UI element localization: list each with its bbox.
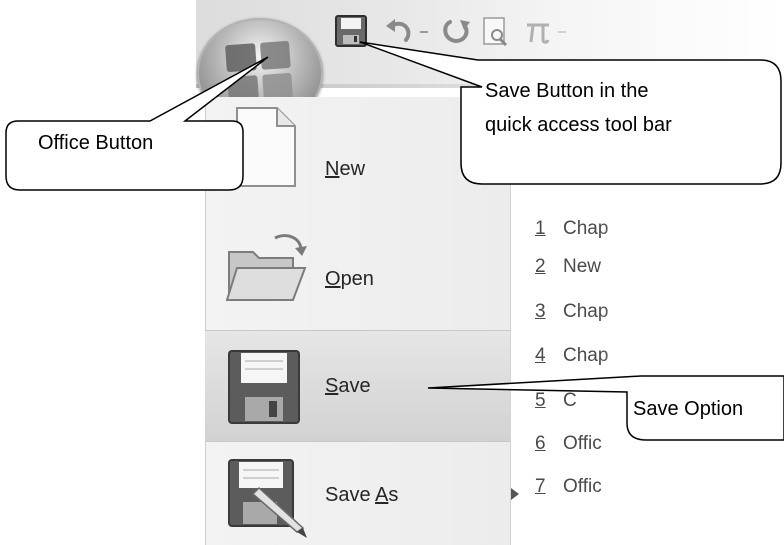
recent-document-item[interactable]: 2 New: [535, 256, 685, 296]
save-disk-icon: [228, 350, 300, 424]
redo-icon: [443, 20, 470, 44]
qat-equation-button[interactable]: [522, 14, 554, 50]
new-document-icon: [236, 107, 296, 187]
pi-icon: [527, 23, 550, 44]
menu-item-save-as[interactable]: Save As: [205, 442, 519, 545]
menu-item-label: New: [325, 158, 366, 180]
undo-icon: [386, 19, 411, 42]
save-as-icon: [228, 459, 307, 538]
save-option-callout-text: Save Option: [633, 398, 744, 420]
qat-print-preview-button[interactable]: [480, 14, 512, 50]
menu-item-open[interactable]: Open: [205, 218, 510, 330]
menu-item-label: Save: [325, 375, 371, 397]
qat-redo-button[interactable]: [440, 14, 472, 50]
recent-document-item[interactable]: 7 Offic: [535, 476, 685, 516]
recent-document-item[interactable]: 3 Chap: [535, 301, 685, 341]
callout-line: quick access tool bar: [485, 114, 672, 136]
menu-item-label: Open: [325, 268, 374, 290]
office-button-callout-text: Office Button: [38, 132, 154, 154]
recent-document-item[interactable]: 6 Offic: [535, 433, 685, 473]
office-logo-icon: [225, 40, 293, 104]
submenu-arrow-icon: [511, 488, 519, 500]
recent-document-item[interactable]: 4 Chap: [535, 345, 685, 385]
screenshot-stage: New Open Save Save As 1 Chap 2 New 3 Cha…: [0, 0, 784, 545]
qat-equation-dropdown[interactable]: [556, 14, 570, 50]
recent-document-item[interactable]: 1 Chap: [535, 218, 685, 258]
print-preview-icon: [483, 17, 508, 47]
menu-item-new[interactable]: New: [205, 104, 510, 216]
qat-undo-button[interactable]: [382, 14, 416, 50]
callout-line: Save Button in the: [485, 80, 649, 102]
dropdown-dash-icon: [558, 31, 566, 33]
qat-undo-dropdown[interactable]: [418, 14, 432, 50]
qat-save-button[interactable]: [332, 14, 372, 50]
dropdown-dash-icon: [420, 31, 428, 33]
save-button-callout-text: Save Button in the quick access tool bar: [485, 74, 672, 142]
save-disk-icon: [335, 15, 367, 47]
open-folder-icon: [225, 234, 307, 301]
menu-item-save[interactable]: Save: [205, 330, 510, 442]
menu-item-label: Save As: [325, 484, 399, 506]
